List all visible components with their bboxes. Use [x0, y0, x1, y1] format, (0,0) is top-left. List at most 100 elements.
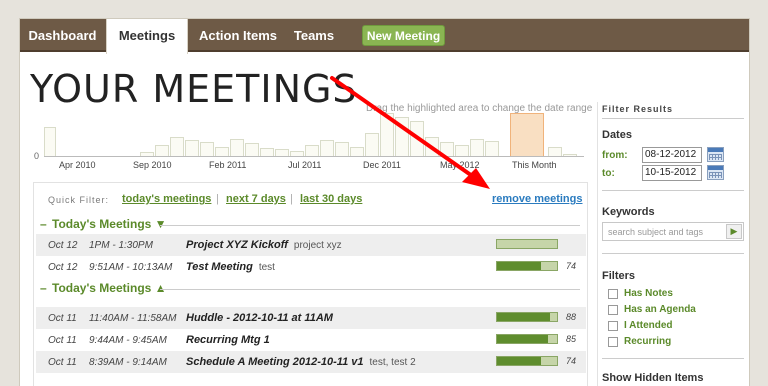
- tab-action-items[interactable]: Action Items: [192, 19, 284, 52]
- meeting-date: Oct 12: [48, 262, 78, 273]
- filter-label: I Attended: [624, 320, 673, 331]
- meeting-row[interactable]: Oct 11 8:39AM - 9:14AM Schedule A Meetin…: [36, 351, 586, 373]
- meeting-title: Schedule A Meeting 2012-10-11 v1: [186, 356, 364, 368]
- meeting-date: Oct 11: [48, 335, 77, 346]
- meeting-row[interactable]: Oct 12 9:51AM - 10:13AM Test Meeting test…: [36, 256, 586, 278]
- to-label: to:: [602, 168, 615, 179]
- keyword-search-input[interactable]: search subject and tags: [602, 222, 744, 241]
- meeting-date: Oct 12: [48, 240, 78, 251]
- meeting-row[interactable]: Oct 11 11:40AM - 11:58AM Huddle - 2012-1…: [36, 307, 586, 329]
- meeting-title-link[interactable]: Project XYZ Kickoff project xyz: [186, 239, 342, 251]
- meeting-tags: project xyz: [293, 240, 342, 251]
- checkbox[interactable]: [608, 305, 618, 315]
- filter-today-link[interactable]: today's meetings: [122, 193, 211, 205]
- divider: [602, 118, 744, 119]
- section-dash: –: [40, 217, 47, 231]
- timeline-bar: [170, 137, 184, 157]
- timeline-bar: [200, 142, 214, 157]
- timeline-bar: [425, 137, 439, 157]
- divider: [602, 358, 744, 359]
- timeline-bar: [185, 140, 199, 157]
- progress-fill: [497, 357, 542, 365]
- meeting-progress-bar: [496, 334, 558, 344]
- timeline-label: May 2012: [440, 160, 480, 170]
- remove-meetings-link[interactable]: remove meetings: [492, 193, 582, 205]
- meeting-title-link[interactable]: Recurring Mtg 1: [186, 334, 276, 346]
- timeline-bar: [440, 142, 454, 157]
- section-header-today-collapsed: – Today's Meetings ▲: [40, 281, 582, 297]
- meeting-progress-bar: [496, 356, 558, 366]
- checkbox[interactable]: [608, 321, 618, 331]
- quick-filter-label: Quick Filter:: [48, 195, 110, 205]
- top-nav: Dashboard Meetings Action Items Teams Ne…: [20, 19, 749, 54]
- meeting-time: 9:44AM - 9:45AM: [89, 335, 167, 346]
- app-frame: Dashboard Meetings Action Items Teams Ne…: [19, 18, 750, 386]
- timeline-label: Jul 2011: [288, 160, 322, 170]
- tab-teams[interactable]: Teams: [288, 19, 340, 52]
- separator: |: [290, 193, 293, 205]
- timeline-bar: [44, 127, 56, 157]
- meeting-row[interactable]: Oct 12 1PM - 1:30PM Project XYZ Kickoff p…: [36, 234, 586, 256]
- separator: |: [216, 193, 219, 205]
- tab-dashboard[interactable]: Dashboard: [20, 19, 105, 52]
- meeting-title-link[interactable]: Test Meeting test: [186, 261, 275, 273]
- meeting-progress-value: 85: [566, 334, 577, 344]
- dates-label: Dates: [602, 129, 632, 141]
- checkbox[interactable]: [608, 289, 618, 299]
- timeline-bar: [470, 139, 484, 157]
- divider: [602, 253, 744, 254]
- section-toggle-today[interactable]: Today's Meetings ▲: [52, 281, 167, 295]
- meeting-progress-value: 74: [566, 261, 577, 271]
- filter-sidebar: Filter Results Dates from: 08-12-2012 to…: [597, 102, 749, 386]
- timeline-bar: [365, 133, 379, 157]
- meeting-title-link[interactable]: Huddle - 2012-10-11 at 11AM: [186, 312, 339, 324]
- filters-label: Filters: [602, 270, 636, 282]
- show-hidden-items-link[interactable]: Show Hidden Items: [602, 372, 703, 384]
- meeting-progress-bar: [496, 261, 558, 271]
- meeting-date: Oct 11: [48, 313, 77, 324]
- meeting-title: Test Meeting: [186, 261, 253, 273]
- filter-results-heading: Filter Results: [602, 104, 674, 114]
- timeline-bar: [245, 143, 259, 157]
- meetings-panel: Quick Filter: today's meetings | next 7 …: [33, 182, 588, 386]
- timeline-bar: [485, 141, 499, 157]
- meeting-time: 11:40AM - 11:58AM: [89, 313, 177, 324]
- timeline-label: Sep 2010: [133, 160, 172, 170]
- filter-label: Has an Agenda: [624, 304, 696, 315]
- meeting-tags: test: [258, 262, 275, 273]
- section-dash: –: [40, 281, 47, 295]
- tab-meetings[interactable]: Meetings: [106, 19, 188, 54]
- meeting-progress-bar: [496, 312, 558, 322]
- section-header-today: – Today's Meetings ▼: [40, 217, 582, 233]
- timeline-bar: [320, 140, 334, 157]
- timeline-bar: [335, 142, 349, 157]
- meeting-date: Oct 11: [48, 357, 77, 368]
- search-go-icon[interactable]: ▶: [726, 224, 742, 239]
- page-title: YOUR MEETINGS: [30, 67, 358, 111]
- keywords-label: Keywords: [602, 206, 655, 218]
- from-date-input[interactable]: 08-12-2012: [642, 147, 702, 163]
- timeline-label: Apr 2010: [59, 160, 96, 170]
- filter-next-7-days-link[interactable]: next 7 days: [226, 193, 286, 205]
- filter-last-30-days-link[interactable]: last 30 days: [300, 193, 362, 205]
- progress-fill: [497, 335, 548, 343]
- section-toggle-today[interactable]: Today's Meetings ▼: [52, 217, 167, 231]
- date-range-highlight[interactable]: [510, 113, 544, 157]
- timeline-label: This Month: [512, 160, 557, 170]
- calendar-icon[interactable]: [707, 165, 724, 180]
- to-date-input[interactable]: 10-15-2012: [642, 165, 702, 181]
- calendar-icon[interactable]: [707, 147, 724, 162]
- timeline-label: Dec 2011: [363, 160, 401, 170]
- progress-fill: [497, 313, 550, 321]
- meeting-title: Recurring Mtg 1: [186, 334, 270, 346]
- meeting-title-link[interactable]: Schedule A Meeting 2012-10-11 v1 test, te…: [186, 356, 416, 368]
- meeting-progress-bar: [496, 239, 558, 249]
- meeting-row[interactable]: Oct 11 9:44AM - 9:45AM Recurring Mtg 1 8…: [36, 329, 586, 351]
- timeline-bar: [410, 121, 424, 157]
- meeting-time: 9:51AM - 10:13AM: [89, 262, 173, 273]
- new-meeting-button[interactable]: New Meeting: [362, 25, 445, 46]
- filter-label: Has Notes: [624, 288, 673, 299]
- meeting-title: Huddle - 2012-10-11 at 11AM: [186, 312, 333, 324]
- meeting-timeline[interactable]: [44, 113, 584, 157]
- checkbox[interactable]: [608, 337, 618, 347]
